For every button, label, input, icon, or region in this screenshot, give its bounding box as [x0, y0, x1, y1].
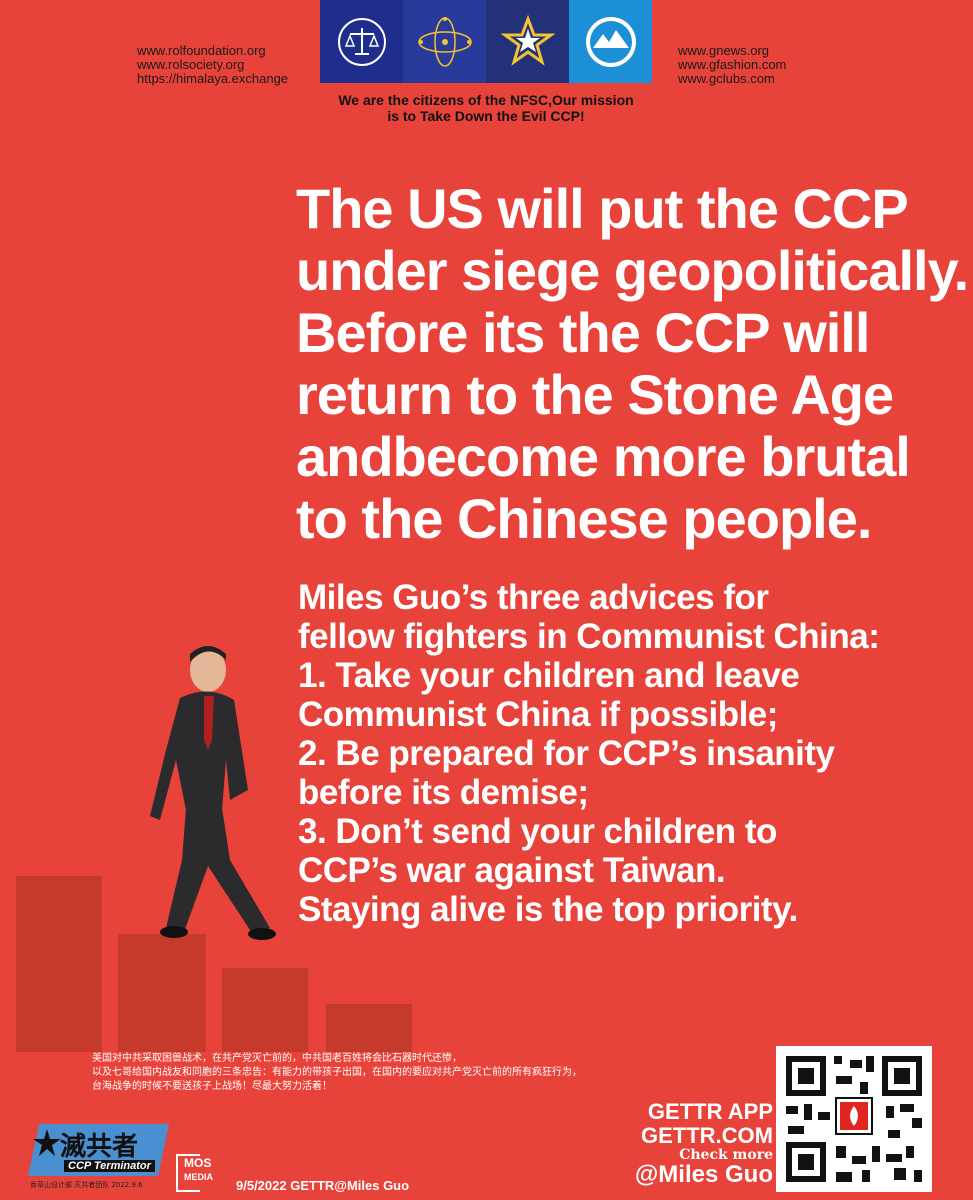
- mission-line: is to Take Down the Evil CCP!: [387, 108, 585, 124]
- mos-text: MOS: [184, 1156, 212, 1170]
- bar-step-2: [118, 934, 206, 1052]
- advice-block: Miles Guo’s three advices for fellow fig…: [298, 578, 880, 929]
- gettr-app-label[interactable]: GETTR APP: [615, 1100, 773, 1124]
- qr-code-graphic: [786, 1056, 922, 1182]
- poster: www.rolfoundation.org www.rolsociety.org…: [0, 0, 973, 1200]
- logo-bar: [320, 0, 652, 83]
- advice-line: 3. Don’t send your children to: [298, 812, 777, 851]
- star-icon: [33, 1129, 61, 1156]
- ccp-terminator-stamp: 滅共者 CCP Terminator 香草山设计部 灭共者团队 2022.9.6: [28, 1124, 170, 1192]
- himalaya-logo: [569, 0, 652, 83]
- chinese-line: 台海战争的时候不要送孩子上战场！尽最大努力活着！: [92, 1081, 332, 1092]
- stamp-title: 滅共者: [60, 1132, 139, 1162]
- check-more-label: Check more: [679, 1147, 773, 1163]
- gettr-site-label[interactable]: GETTR.COM: [615, 1124, 773, 1148]
- stamp-credit: 香草山设计部 灭共者团队 2022.9.6: [30, 1181, 143, 1189]
- media-text: MEDIA: [184, 1172, 213, 1182]
- footer-date: 9/5/2022 GETTR@Miles Guo: [236, 1178, 410, 1193]
- bar-step-1: [16, 876, 102, 1052]
- link-gfashion[interactable]: www.gfashion.com: [678, 58, 786, 72]
- gettr-block: GETTR APP GETTR.COM Check more @Miles Gu…: [615, 1100, 773, 1188]
- advice-line: 2. Be prepared for CCP’s insanity: [298, 734, 835, 773]
- qr-code[interactable]: [776, 1046, 932, 1192]
- star-emblem-logo: [486, 0, 569, 83]
- headline-line: return to the Stone Age: [296, 363, 894, 426]
- headline-line: under siege geopolitically.: [296, 239, 969, 302]
- advice-line: CCP’s war against Taiwan.: [298, 851, 726, 890]
- stamp-subtitle: CCP Terminator: [64, 1160, 155, 1172]
- advice-line: Staying alive is the top priority.: [298, 890, 798, 929]
- advice-line: Miles Guo’s three advices for: [298, 578, 769, 617]
- chinese-line: 以及七哥给国内战友和同胞的三条忠告：有能力的带孩子出国，在国内的要应对共产党灭亡…: [92, 1067, 582, 1078]
- headline-line: Before its the CCP will: [296, 301, 870, 364]
- walking-man-illustration: [150, 646, 276, 940]
- advice-line: Communist China if possible;: [298, 695, 778, 734]
- link-rolfoundation[interactable]: www.rolfoundation.org: [137, 44, 288, 58]
- mission-line: We are the citizens of the NFSC,Our miss…: [338, 92, 634, 108]
- link-rolsociety[interactable]: www.rolsociety.org: [137, 58, 288, 72]
- headline: The US will put the CCP under siege geop…: [296, 177, 969, 550]
- rule-of-law-foundation-logo: [320, 0, 403, 83]
- link-gclubs[interactable]: www.gclubs.com: [678, 72, 786, 86]
- mission-statement: We are the citizens of the NFSC,Our miss…: [310, 92, 662, 124]
- links-left: www.rolfoundation.org www.rolsociety.org…: [137, 44, 288, 86]
- advice-line: before its demise;: [298, 773, 589, 812]
- bar-step-3: [222, 968, 308, 1052]
- new-federal-state-logo: [403, 0, 486, 83]
- headline-line: The US will put the CCP: [296, 177, 909, 240]
- advice-line: 1. Take your children and leave: [298, 656, 800, 695]
- link-gnews[interactable]: www.gnews.org: [678, 44, 786, 58]
- chinese-summary: 美国对中共采取困兽战术，在共产党灭亡前的，中共国老百姓将会比石器时代还惨， 以及…: [92, 1052, 582, 1094]
- link-himalaya-exchange[interactable]: https://himalaya.exchange: [137, 72, 288, 86]
- bar-step-4: [326, 1004, 412, 1052]
- links-right: www.gnews.org www.gfashion.com www.gclub…: [678, 44, 786, 86]
- chinese-line: 美国对中共采取困兽战术，在共产党灭亡前的，中共国老百姓将会比石器时代还惨，: [92, 1053, 462, 1064]
- advice-line: fellow fighters in Communist China:: [298, 617, 880, 656]
- gettr-handle[interactable]: @Miles Guo: [615, 1162, 773, 1188]
- mos-media-logo: MOS MEDIA: [176, 1154, 226, 1192]
- headline-line: andbecome more brutal: [296, 425, 911, 488]
- headline-line: to the Chinese people.: [296, 487, 872, 550]
